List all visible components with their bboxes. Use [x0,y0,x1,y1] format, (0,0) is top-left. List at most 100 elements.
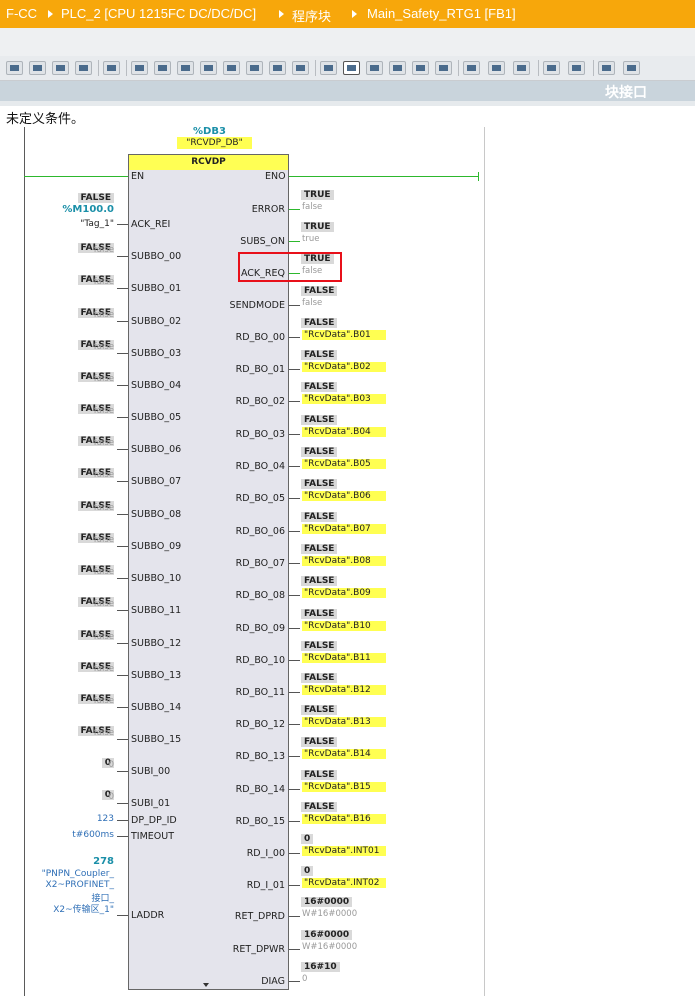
network-icon[interactable] [6,61,23,75]
operand-tag[interactable]: "RcvData".B11 [302,653,386,663]
actual-value: false [93,374,114,384]
status-value: FALSE [301,286,338,296]
operand-tag[interactable]: "RcvData".B01 [302,330,386,340]
output-wire [289,369,300,370]
redo-icon[interactable] [568,61,585,75]
overview-icon[interactable] [389,61,406,75]
editor-header [0,28,695,57]
watch-table-icon[interactable] [412,61,429,75]
status-value: 278 [93,856,114,867]
operand-tag[interactable]: "RcvData".B07 [302,524,386,534]
constant-value[interactable]: t#600ms [72,830,114,840]
drag-icon[interactable] [103,61,120,75]
pin-list-icon[interactable] [154,61,171,75]
pin-subbo-09: SUBBO_09 [131,541,182,552]
operand-tag[interactable]: "RcvData".INT02 [302,878,386,888]
breadcrumb-item-project[interactable]: F-CC [6,6,37,21]
pin-rd-bo-08: RD_BO_08 [235,590,285,601]
highlight-ack-req [238,252,342,282]
operand-tag[interactable]: "RcvData".B15 [302,782,386,792]
pin-subbo-05: SUBBO_05 [131,412,182,423]
instance-db-operand[interactable]: %DB3 [193,126,226,137]
output-wire [289,981,300,982]
input-wire [117,256,128,257]
en-power-wire [24,176,128,177]
breadcrumb-item-program-blocks[interactable]: 程序块 [292,6,331,25]
operand-tag-line[interactable]: "PNPN_Coupler_ [42,869,114,879]
pin-subbo-06: SUBBO_06 [131,444,182,455]
align-icon[interactable] [131,61,148,75]
operand-tag[interactable]: "Tag_1" [80,219,114,229]
operand-address[interactable]: %M100.0 [62,204,114,215]
operand-tag[interactable]: "RcvData".B04 [302,427,386,437]
block-interface-bar[interactable]: 块接口 [0,81,695,102]
block-type-header[interactable]: RCVDP [129,155,288,170]
operand-tag[interactable]: "RcvData".B03 [302,394,386,404]
operand-tag[interactable]: "RcvData".B13 [302,717,386,727]
pin-error: ERROR [251,204,285,215]
go-to-icon[interactable] [343,61,360,75]
highlight-icon[interactable] [320,61,337,75]
output-wire [289,949,300,950]
actual-value: W#16#0000 [302,909,358,919]
status-value: FALSE [301,415,338,425]
operand-tag[interactable]: "RcvData".B10 [302,621,386,631]
delete-network-icon[interactable] [29,61,46,75]
input-wire [117,353,128,354]
next-error-icon[interactable] [463,61,480,75]
undo-icon[interactable] [543,61,560,75]
pin-ret-dpwr: RET_DPWR [232,944,285,955]
pin-rd-bo-10: RD_BO_10 [235,655,285,666]
constant-value[interactable]: 123 [97,814,114,824]
output-wire [289,241,300,242]
pin-rd-bo-00: RD_BO_00 [235,332,285,343]
operand-tag[interactable]: "RcvData".B02 [302,362,386,372]
pin-subbo-00: SUBBO_00 [131,251,182,262]
chevron-right-icon [352,10,357,18]
operand-tag[interactable]: "RcvData".B16 [302,814,386,824]
operand-tag-line[interactable]: X2~PROFINET_ [46,880,114,890]
status-value: FALSE [301,770,338,780]
find-icon[interactable] [513,61,530,75]
block-interface-label[interactable]: 块接口 [605,82,647,102]
comment-icon[interactable] [177,61,194,75]
addr-toggle-icon[interactable] [269,61,286,75]
output-wire [289,305,300,306]
glasses-icon[interactable] [623,61,640,75]
breadcrumb-item-block[interactable]: Main_Safety_RTG1 [FB1] [367,6,516,21]
pin-dp-dp-id: DP_DP_ID [131,815,177,826]
prev-error-icon[interactable] [435,61,452,75]
insert-network-icon[interactable] [52,61,69,75]
output-wire [289,401,300,402]
operand-tag[interactable]: "RcvData".B09 [302,588,386,598]
breadcrumb-item-plc[interactable]: PLC_2 [CPU 1215FC DC/DC/DC] [61,6,256,21]
pin-subbo-08: SUBBO_08 [131,509,182,520]
pin-rd-bo-02: RD_BO_02 [235,396,285,407]
status-value: FALSE [301,447,338,457]
remove-network-icon[interactable] [75,61,92,75]
operand-tag[interactable]: "RcvData".B06 [302,491,386,501]
editor-toolbar [0,56,695,81]
open-all-icon[interactable] [223,61,240,75]
status-value: FALSE [301,479,338,489]
display-absolute-icon[interactable] [200,61,217,75]
network-view-icon[interactable] [598,61,615,75]
status-value: FALSE [301,673,338,683]
operand-tag[interactable]: "RcvData".INT01 [302,846,386,856]
splitter[interactable] [0,101,695,106]
actual-value: 0 [302,974,308,984]
pin-subbo-07: SUBBO_07 [131,476,182,487]
operand-tag[interactable]: "RcvData".B05 [302,459,386,469]
pin-rd-bo-14: RD_BO_14 [235,784,285,795]
instance-db-name[interactable]: "RCVDP_DB" [177,137,252,149]
close-all-icon[interactable] [246,61,263,75]
operand-tag[interactable]: "RcvData".B12 [302,685,386,695]
pin-diag: DIAG [261,976,285,987]
branch-icon[interactable] [488,61,505,75]
monitor-all-icon[interactable] [366,61,383,75]
operand-tag[interactable]: "RcvData".B14 [302,749,386,759]
show-favorites-icon[interactable] [292,61,309,75]
pin-rd-i-00: RD_I_00 [246,848,285,859]
operand-tag-line[interactable]: X2~传输区_1" [53,902,114,915]
operand-tag[interactable]: "RcvData".B08 [302,556,386,566]
